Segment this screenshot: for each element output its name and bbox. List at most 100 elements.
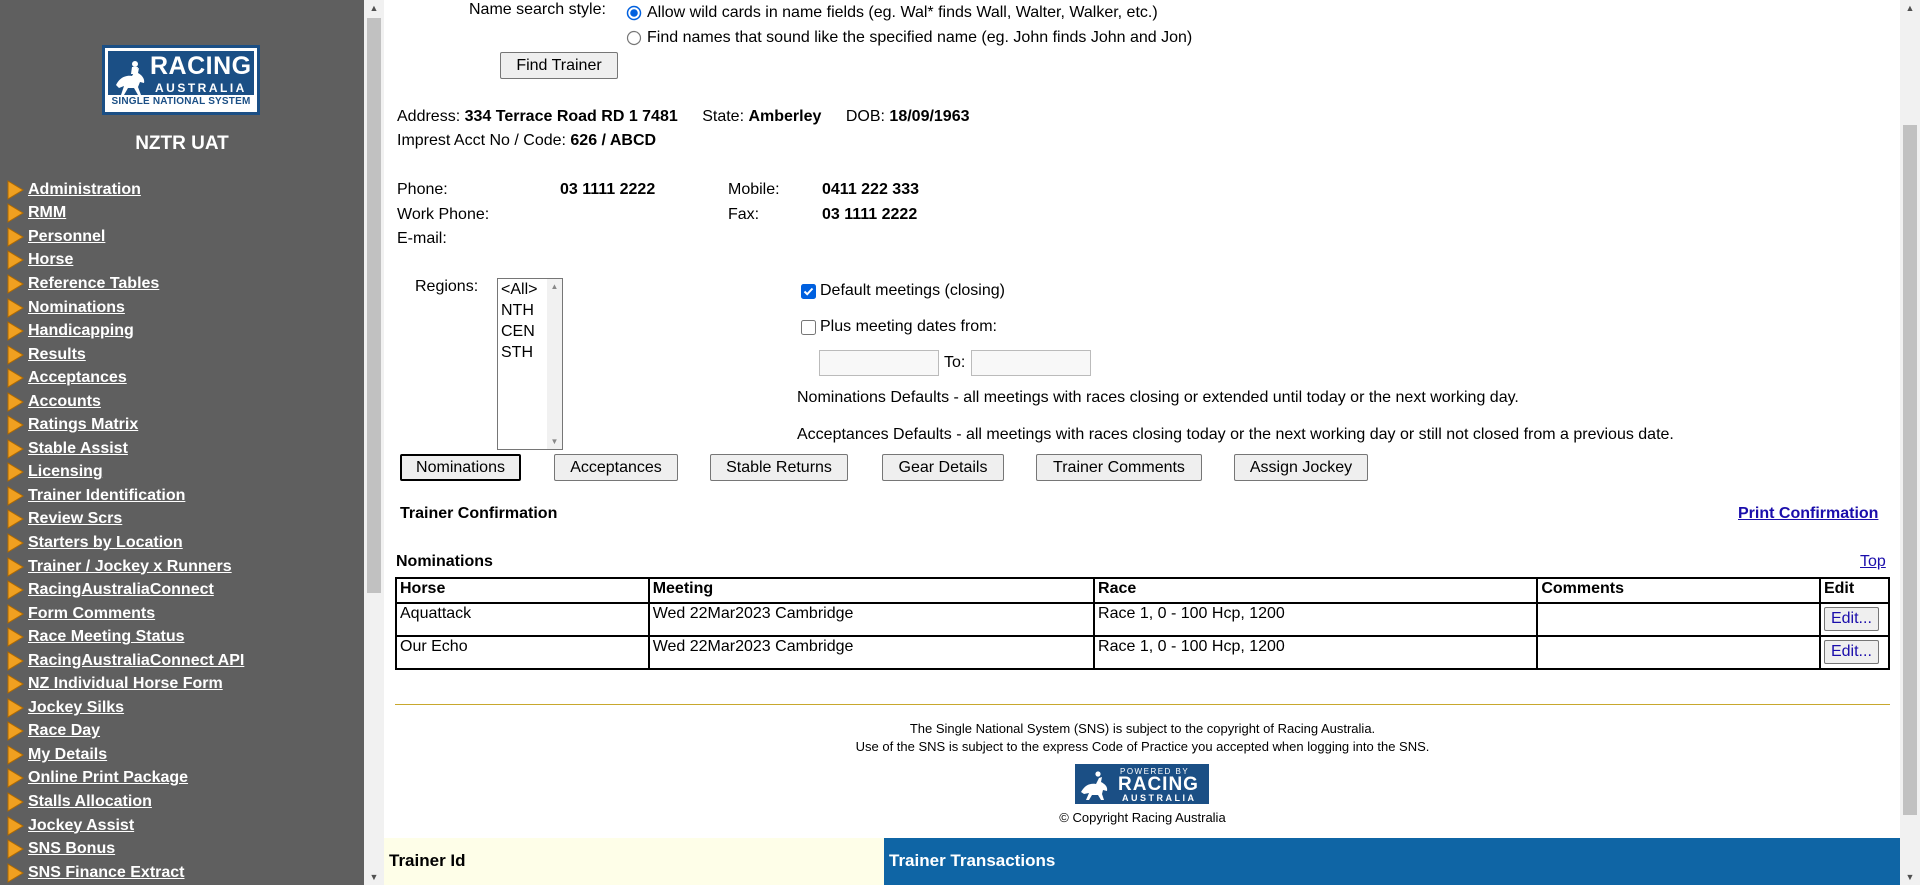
sidebar-item-label[interactable]: RMM	[28, 204, 66, 222]
racing-australia-logo[interactable]: RACING AUSTRALIA SINGLE NATIONAL SYSTEM	[102, 45, 260, 115]
from-date-input[interactable]	[819, 350, 939, 376]
sidebar-item-label[interactable]: Handicapping	[28, 322, 134, 340]
regions-scroll-down-icon[interactable]: ▼	[547, 437, 562, 446]
sidebar-item-personnel[interactable]: Personnel	[0, 225, 244, 249]
sidebar-item-stalls-allocation[interactable]: Stalls Allocation	[0, 790, 244, 814]
scroll-down-arrow-icon[interactable]: ▼	[1900, 869, 1920, 885]
sidebar-item-label[interactable]: Trainer / Jockey x Runners	[28, 558, 232, 576]
tab-stable-returns[interactable]: Stable Returns	[710, 454, 848, 481]
sidebar-item-my-details[interactable]: My Details	[0, 743, 244, 767]
scroll-up-arrow-icon[interactable]: ▲	[364, 0, 384, 16]
plus-dates-option[interactable]: Plus meeting dates from:	[801, 318, 997, 336]
sidebar-item-label[interactable]: Stalls Allocation	[28, 793, 152, 811]
address-line: Address: 334 Terrace Road RD 1 7481 Stat…	[397, 108, 970, 126]
sidebar-item-horse[interactable]: Horse	[0, 249, 244, 273]
regions-scroll-up-icon[interactable]: ▲	[547, 282, 562, 291]
regions-listbox[interactable]: <All> NTH CEN STH ▲ ▼	[497, 278, 563, 450]
tab-gear-details[interactable]: Gear Details	[882, 454, 1004, 481]
tab-acceptances[interactable]: Acceptances	[554, 454, 678, 481]
top-link[interactable]: Top	[1860, 553, 1886, 571]
sidebar-item-label[interactable]: RacingAustraliaConnect API	[28, 652, 244, 670]
to-date-input[interactable]	[971, 350, 1091, 376]
sidebar-item-label[interactable]: Horse	[28, 251, 73, 269]
menu-arrow-icon	[7, 203, 24, 224]
sidebar-item-label[interactable]: Race Meeting Status	[28, 628, 184, 646]
sidebar-scrollbar-thumb[interactable]	[367, 18, 381, 593]
sidebar-item-race-day[interactable]: Race Day	[0, 720, 244, 744]
sidebar-item-label[interactable]: NZ Individual Horse Form	[28, 675, 223, 693]
sidebar-item-form-comments[interactable]: Form Comments	[0, 602, 244, 626]
find-trainer-button[interactable]: Find Trainer	[500, 52, 618, 79]
sidebar-item-label[interactable]: Stable Assist	[28, 440, 128, 458]
regions-scrollbar[interactable]: ▲ ▼	[547, 279, 562, 449]
sidebar-item-label[interactable]: Acceptances	[28, 369, 127, 387]
sidebar-item-nz-individual-horse-form[interactable]: NZ Individual Horse Form	[0, 672, 244, 696]
sidebar-item-label[interactable]: Trainer Identification	[28, 487, 185, 505]
sidebar-scrollbar[interactable]: ▲ ▼	[364, 0, 384, 885]
sidebar-item-label[interactable]: Accounts	[28, 393, 101, 411]
wildcard-option[interactable]: Allow wild cards in name fields (eg. Wal…	[626, 4, 1158, 22]
scroll-up-arrow-icon[interactable]: ▲	[1900, 0, 1920, 16]
sidebar-item-handicapping[interactable]: Handicapping	[0, 319, 244, 343]
sidebar-item-label[interactable]: Race Day	[28, 722, 100, 740]
sidebar-item-starters-by-location[interactable]: Starters by Location	[0, 531, 244, 555]
sidebar-item-rmm[interactable]: RMM	[0, 202, 244, 226]
sidebar-item-trainer-jockey-x-runners[interactable]: Trainer / Jockey x Runners	[0, 555, 244, 579]
print-confirmation-link[interactable]: Print Confirmation	[1738, 505, 1878, 523]
sidebar-item-acceptances[interactable]: Acceptances	[0, 366, 244, 390]
sidebar-item-label[interactable]: Jockey Silks	[28, 699, 124, 717]
sidebar-item-sns-finance-extract[interactable]: SNS Finance Extract	[0, 861, 244, 885]
sidebar-item-label[interactable]: My Details	[28, 746, 107, 764]
sidebar-item-label[interactable]: Nominations	[28, 299, 125, 317]
sidebar-item-label[interactable]: RacingAustraliaConnect	[28, 581, 214, 599]
sidebar-item-label[interactable]: Form Comments	[28, 605, 155, 623]
sidebar-item-label[interactable]: SNS Bonus	[28, 840, 115, 858]
sidebar-item-label[interactable]: Personnel	[28, 228, 105, 246]
sidebar-item-label[interactable]: Licensing	[28, 463, 103, 481]
sidebar-item-nominations[interactable]: Nominations	[0, 296, 244, 320]
main-scrollbar-thumb[interactable]	[1903, 125, 1917, 815]
soundex-radio[interactable]	[626, 30, 642, 46]
sidebar-item-label[interactable]: Reference Tables	[28, 275, 159, 293]
scroll-down-arrow-icon[interactable]: ▼	[364, 869, 384, 885]
tab-trainer-comments[interactable]: Trainer Comments	[1036, 454, 1202, 481]
sidebar-item-licensing[interactable]: Licensing	[0, 461, 244, 485]
sidebar-item-reference-tables[interactable]: Reference Tables	[0, 272, 244, 296]
default-meetings-checkbox[interactable]	[801, 283, 816, 299]
edit-cell: Edit...	[1818, 602, 1891, 637]
edit-button[interactable]: Edit...	[1823, 640, 1879, 664]
sidebar-item-results[interactable]: Results	[0, 343, 244, 367]
tab-nominations[interactable]: Nominations	[400, 454, 521, 481]
sidebar-item-stable-assist[interactable]: Stable Assist	[0, 437, 244, 461]
sidebar-item-administration[interactable]: Administration	[0, 178, 244, 202]
sidebar-item-ratings-matrix[interactable]: Ratings Matrix	[0, 413, 244, 437]
sidebar-item-trainer-identification[interactable]: Trainer Identification	[0, 484, 244, 508]
sidebar-item-jockey-silks[interactable]: Jockey Silks	[0, 696, 244, 720]
sidebar-item-label[interactable]: SNS Finance Extract	[28, 864, 185, 882]
tab-assign-jockey[interactable]: Assign Jockey	[1234, 454, 1368, 481]
sidebar-item-racingaustraliaconnect[interactable]: RacingAustraliaConnect	[0, 578, 244, 602]
default-meetings-option[interactable]: Default meetings (closing)	[801, 282, 1005, 300]
sidebar-item-racingaustraliaconnect-api[interactable]: RacingAustraliaConnect API	[0, 649, 244, 673]
sidebar-item-label[interactable]: Starters by Location	[28, 534, 183, 552]
sidebar-item-jockey-assist[interactable]: Jockey Assist	[0, 814, 244, 838]
sidebar-item-review-scrs[interactable]: Review Scrs	[0, 508, 244, 532]
default-meetings-label: Default meetings (closing)	[820, 282, 1005, 299]
plus-dates-checkbox[interactable]	[801, 319, 816, 335]
imprest-line: Imprest Acct No / Code: 626 / ABCD	[397, 132, 656, 150]
sidebar-item-sns-bonus[interactable]: SNS Bonus	[0, 837, 244, 861]
sidebar-item-label[interactable]: Ratings Matrix	[28, 416, 138, 434]
sidebar-item-accounts[interactable]: Accounts	[0, 390, 244, 414]
edit-button[interactable]: Edit...	[1823, 607, 1879, 631]
sidebar-item-label[interactable]: Administration	[28, 181, 141, 199]
sidebar-item-label[interactable]: Review Scrs	[28, 510, 122, 528]
sidebar-item-label[interactable]: Online Print Package	[28, 769, 188, 787]
wildcard-radio[interactable]	[626, 5, 642, 21]
sidebar-item-label[interactable]: Jockey Assist	[28, 817, 134, 835]
soundex-option[interactable]: Find names that sound like the specified…	[626, 29, 1192, 47]
sidebar-item-online-print-package[interactable]: Online Print Package	[0, 767, 244, 791]
sidebar-item-label[interactable]: Results	[28, 346, 86, 364]
imprest-value: 626 / ABCD	[570, 132, 657, 149]
sidebar-item-race-meeting-status[interactable]: Race Meeting Status	[0, 625, 244, 649]
main-scrollbar[interactable]: ▲ ▼	[1900, 0, 1920, 885]
